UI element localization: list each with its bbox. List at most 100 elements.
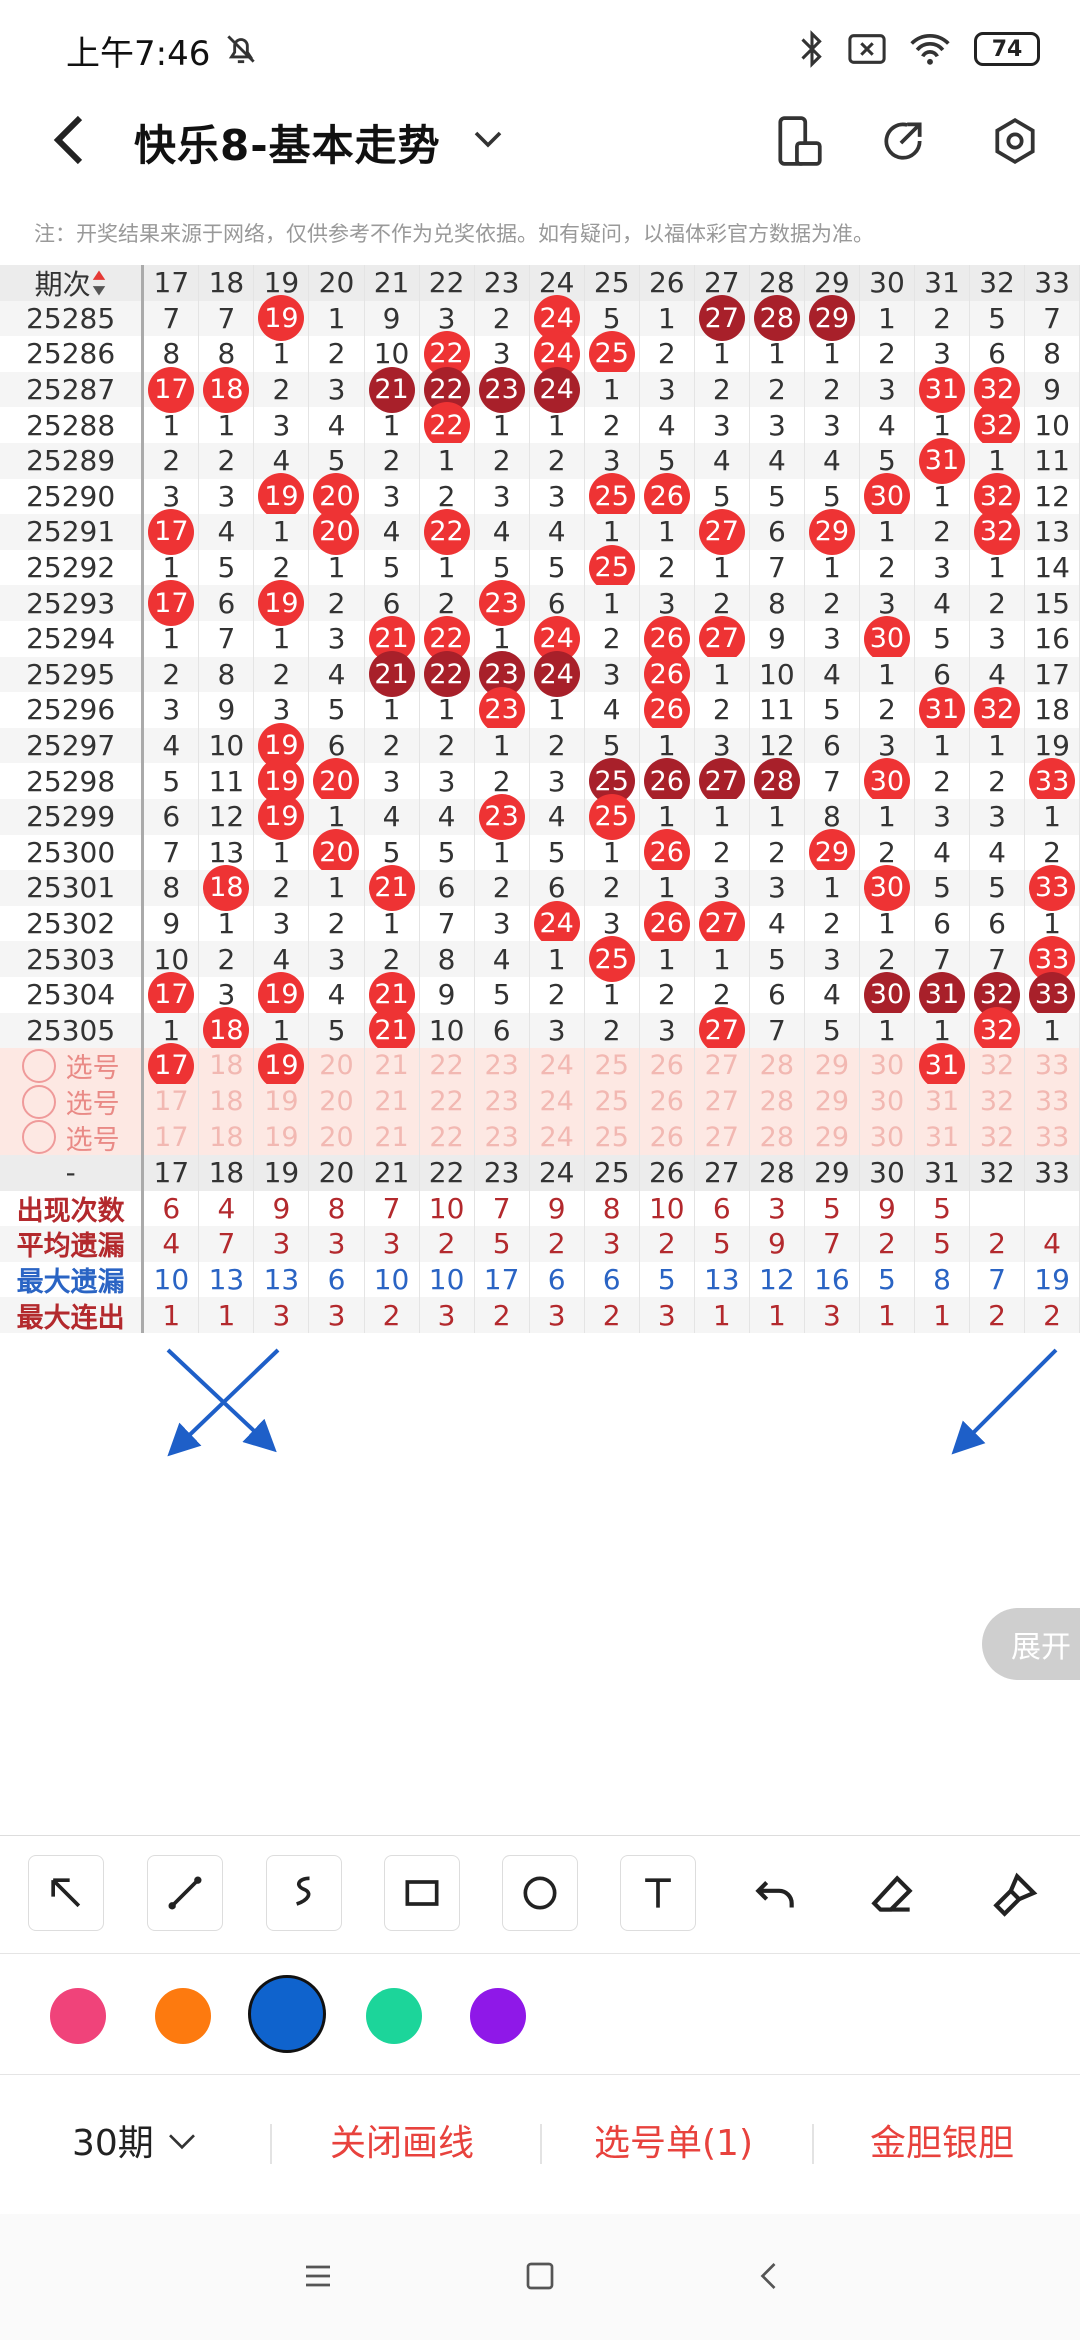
pick-number-cell[interactable]: 18 [199,1119,255,1155]
pick-number-cell[interactable]: 29 [805,1083,860,1120]
pick-number-cell[interactable]: 26 [640,1083,695,1120]
pick-number[interactable]: 21 [374,1050,408,1081]
pick-number[interactable]: 29 [815,1086,849,1117]
color-blue-selected[interactable] [248,1975,326,2053]
pick-number-cell[interactable]: 22 [420,1083,475,1120]
eraser-icon[interactable] [868,1870,918,1920]
clear-brush-icon[interactable] [990,1870,1040,1920]
period-header[interactable]: 期次 [0,265,145,301]
pick-number-cell[interactable]: 20 [309,1083,365,1120]
pick-number-cell[interactable]: 18 [199,1048,255,1084]
expand-button[interactable]: 展开 [982,1608,1080,1680]
pick-number-cell[interactable]: 18 [199,1083,255,1120]
pick-number-cell[interactable]: 22 [420,1119,475,1155]
back-arrow-icon[interactable] [48,112,88,168]
gold-silver-button[interactable]: 金胆银胆 [870,2114,1014,2166]
pick-number-cell[interactable]: 24 [530,1048,585,1084]
pick-number-cell[interactable]: 25 [585,1119,640,1155]
pick-number[interactable]: 21 [374,1122,408,1153]
pick-number[interactable]: 20 [319,1122,353,1153]
pick-number[interactable]: 23 [484,1050,518,1081]
pick-number[interactable]: 28 [760,1086,794,1117]
pick-number[interactable]: 24 [539,1086,573,1117]
tool-freehand[interactable] [266,1855,342,1931]
home-icon[interactable] [522,2258,558,2294]
pick-number[interactable]: 29 [815,1122,849,1153]
tool-pointer[interactable] [28,1855,104,1931]
pick-number-cell[interactable]: 23 [475,1048,530,1084]
pick-label-cell[interactable]: 选号 [0,1083,145,1120]
pick-number[interactable]: 31 [925,1086,959,1117]
pick-number[interactable]: 20 [319,1050,353,1081]
pick-number[interactable]: 25 [595,1086,629,1117]
pick-number[interactable]: 17 [154,1122,188,1153]
pick-number-cell[interactable]: 21 [365,1119,420,1155]
radio-circle-icon[interactable] [21,1048,56,1083]
pick-number[interactable]: 33 [1035,1122,1069,1153]
pick-number-cell[interactable]: 30 [860,1083,915,1120]
pick-number[interactable]: 27 [705,1050,739,1081]
pick-number-cell[interactable]: 32 [970,1083,1026,1120]
pick-number-cell[interactable]: 28 [750,1119,805,1155]
pick-number[interactable]: 32 [980,1122,1014,1153]
pick-label-cell[interactable]: 选号 [0,1048,145,1084]
period-select[interactable]: 30期 [72,2114,154,2166]
pick-number[interactable]: 26 [650,1050,684,1081]
pick-number[interactable]: 27 [705,1122,739,1153]
pick-number[interactable]: 21 [374,1086,408,1117]
pick-number-cell[interactable]: 24 [530,1083,585,1120]
chevron-down-icon[interactable] [166,2130,198,2154]
pick-number[interactable]: 18 [209,1050,243,1081]
pick-number[interactable]: 26 [650,1122,684,1153]
close-lines-button[interactable]: 关闭画线 [330,2114,474,2166]
tool-rectangle[interactable] [384,1855,460,1931]
pick-number-cell[interactable]: 25 [585,1048,640,1084]
pick-number-cell[interactable]: 31 [915,1083,971,1120]
settings-icon[interactable] [990,114,1040,168]
page-title[interactable]: 快乐8-基本走势 [134,112,441,173]
pick-number[interactable]: 33 [1035,1050,1069,1081]
pick-number[interactable]: 23 [484,1086,518,1117]
tool-circle[interactable] [502,1855,578,1931]
pick-number-cell[interactable]: 25 [585,1083,640,1120]
pick-number[interactable]: 32 [980,1086,1014,1117]
pick-number[interactable]: 32 [980,1050,1014,1081]
pick-number-cell[interactable]: 28 [750,1083,805,1120]
pick-number-cell[interactable]: 27 [695,1083,750,1120]
share-icon[interactable] [878,114,928,168]
chevron-down-icon[interactable] [470,124,506,154]
color-purple[interactable] [470,1988,526,2044]
pick-number[interactable]: 20 [319,1086,353,1117]
pick-number[interactable]: 27 [705,1086,739,1117]
pick-number-cell[interactable]: 23 [475,1119,530,1155]
undo-icon[interactable] [750,1870,800,1920]
pick-number-cell[interactable]: 19 [254,1119,310,1155]
pick-number[interactable]: 24 [539,1050,573,1081]
pick-number-cell[interactable]: 22 [420,1048,475,1084]
color-orange[interactable] [155,1988,211,2044]
radio-circle-icon[interactable] [21,1084,56,1119]
pick-number-cell[interactable]: 29 [805,1048,860,1084]
pick-number-cell[interactable]: 32 [970,1119,1026,1155]
pick-number[interactable]: 22 [429,1050,463,1081]
selected-number-ball[interactable]: 31 [918,1042,965,1089]
pick-number[interactable]: 17 [154,1086,188,1117]
pick-number[interactable]: 23 [484,1122,518,1153]
orientation-icon[interactable] [774,114,824,168]
pick-number[interactable]: 30 [870,1050,904,1081]
pick-number[interactable]: 25 [595,1050,629,1081]
pick-number-cell[interactable]: 31 [915,1042,971,1089]
selected-number-ball[interactable]: 19 [258,1042,305,1089]
pick-number-cell[interactable]: 20 [309,1119,365,1155]
tool-line[interactable] [147,1855,223,1931]
selected-number-ball[interactable]: 17 [148,1042,195,1089]
pick-number-cell[interactable]: 26 [640,1119,695,1155]
pick-number-cell[interactable]: 17 [144,1083,200,1120]
pick-number-cell[interactable]: 27 [695,1119,750,1155]
pick-number-cell[interactable]: 23 [475,1083,530,1120]
pick-number-cell[interactable]: 20 [309,1048,365,1084]
radio-circle-icon[interactable] [21,1120,56,1155]
pick-number[interactable]: 30 [870,1122,904,1153]
pick-number[interactable]: 33 [1035,1086,1069,1117]
pick-number[interactable]: 22 [429,1086,463,1117]
